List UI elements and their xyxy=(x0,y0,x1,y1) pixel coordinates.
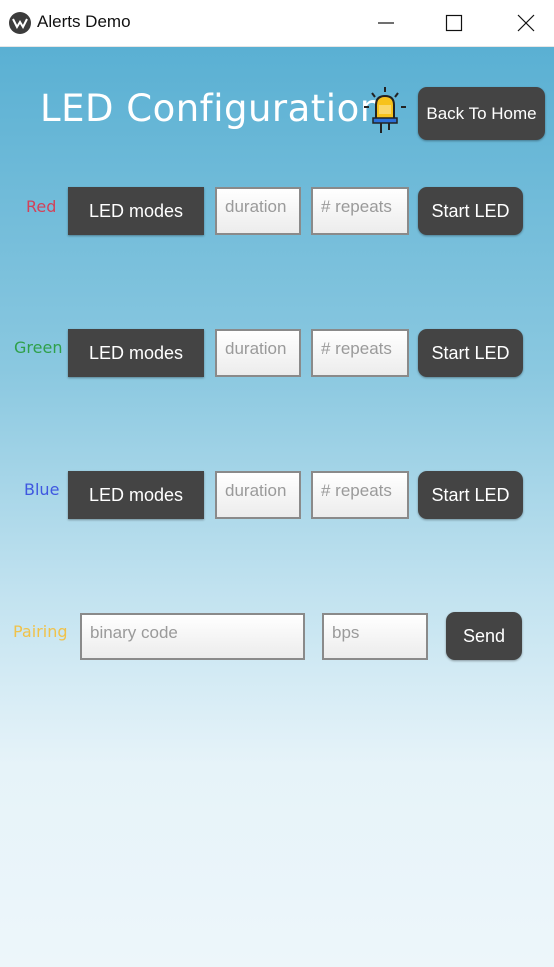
red-duration-input[interactable]: duration xyxy=(215,187,301,235)
red-repeats-input[interactable]: # repeats xyxy=(311,187,409,235)
red-led-modes-button[interactable]: LED modes xyxy=(68,187,204,235)
binary-code-input[interactable]: binary code xyxy=(80,613,305,660)
back-to-home-button[interactable]: Back To Home xyxy=(418,87,545,140)
send-button[interactable]: Send xyxy=(446,612,522,660)
close-window-button[interactable] xyxy=(502,0,548,46)
blue-start-led-button[interactable]: Start LED xyxy=(418,471,523,519)
row-label-pairing: Pairing xyxy=(13,622,68,641)
app-content: LED Configuration Back To Home Red LED m… xyxy=(0,47,554,967)
page-title: LED Configuration xyxy=(40,87,384,130)
maximize-icon xyxy=(445,14,463,32)
row-label-green: Green xyxy=(14,338,63,357)
minimize-icon xyxy=(378,22,394,24)
app-logo-icon xyxy=(9,12,31,34)
window-title: Alerts Demo xyxy=(37,12,131,31)
led-bulb-icon xyxy=(364,87,406,133)
green-led-modes-button[interactable]: LED modes xyxy=(68,329,204,377)
green-repeats-input[interactable]: # repeats xyxy=(311,329,409,377)
green-start-led-button[interactable]: Start LED xyxy=(418,329,523,377)
row-label-blue: Blue xyxy=(24,480,60,499)
bps-input[interactable]: bps xyxy=(322,613,428,660)
blue-duration-input[interactable]: duration xyxy=(215,471,301,519)
maximize-button[interactable] xyxy=(430,0,476,46)
minimize-button[interactable] xyxy=(362,0,408,46)
red-start-led-button[interactable]: Start LED xyxy=(418,187,523,235)
green-duration-input[interactable]: duration xyxy=(215,329,301,377)
blue-led-modes-button[interactable]: LED modes xyxy=(68,471,204,519)
window-titlebar: Alerts Demo xyxy=(0,0,554,47)
close-icon xyxy=(517,14,535,32)
row-label-red: Red xyxy=(26,197,57,216)
blue-repeats-input[interactable]: # repeats xyxy=(311,471,409,519)
